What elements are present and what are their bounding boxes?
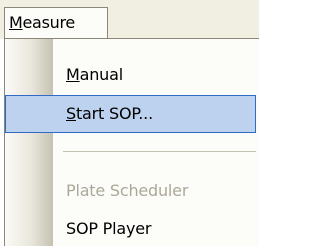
measure-menu-mnemonic: M: [9, 13, 23, 32]
menu-item-manual[interactable]: Manual: [5, 56, 256, 94]
menu-item-start-sop[interactable]: Start SOP...: [5, 95, 256, 133]
measure-menu[interactable]: Measure: [4, 7, 108, 39]
menu-item-plate-scheduler-label: Plate Scheduler: [66, 181, 189, 200]
measure-menu-label: easure: [22, 13, 76, 32]
menu-bar: Measure: [0, 0, 259, 39]
menu-item-plate-scheduler: Plate Scheduler: [5, 172, 256, 210]
measure-dropdown: Manual Start SOP... Plate Scheduler SOP …: [4, 38, 259, 246]
menu-item-start-sop-label: Start SOP...: [66, 104, 153, 123]
menu-item-manual-label: Manual: [66, 65, 123, 84]
menu-item-sop-player-label: SOP Player: [66, 219, 152, 238]
menu-separator: [63, 151, 256, 152]
menu-item-sop-player[interactable]: SOP Player: [5, 210, 256, 248]
